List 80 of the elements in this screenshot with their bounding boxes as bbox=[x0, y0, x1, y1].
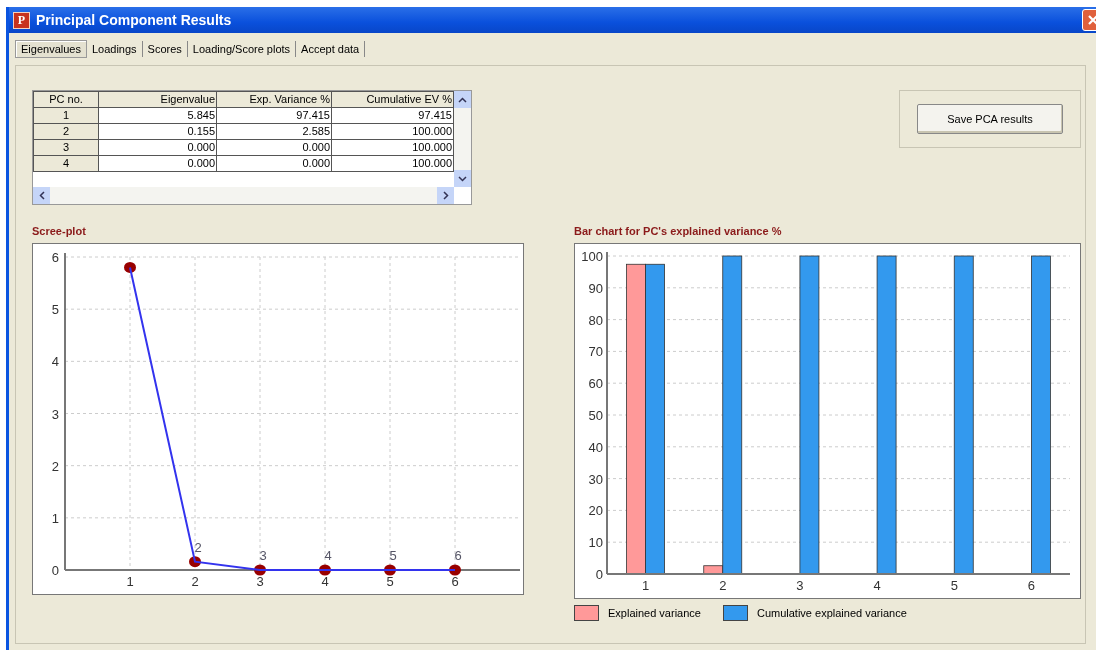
data-point bbox=[124, 261, 136, 273]
table-cell: 0.000 bbox=[216, 155, 332, 172]
tick-label: 3 bbox=[51, 406, 59, 422]
tick-label: 60 bbox=[588, 376, 603, 392]
point-label: 4 bbox=[324, 548, 332, 563]
table-cell: 0.000 bbox=[98, 155, 217, 172]
column-header: Cumulative EV % bbox=[331, 91, 454, 108]
data-point bbox=[254, 564, 266, 576]
legend-swatch bbox=[722, 605, 748, 621]
data-point bbox=[189, 556, 201, 568]
tick-label: 5 bbox=[950, 578, 958, 593]
column-header: Eigenvalue bbox=[98, 91, 217, 108]
point-label: 5 bbox=[389, 548, 397, 563]
tick-label: 5 bbox=[51, 302, 59, 318]
tab[interactable]: Eigenvalues bbox=[15, 40, 87, 58]
tick-label: 3 bbox=[796, 578, 804, 593]
tick-label: 1 bbox=[126, 574, 134, 589]
column-header: Exp. Variance % bbox=[216, 91, 332, 108]
tick-label: 70 bbox=[588, 344, 603, 360]
tick-label: 1 bbox=[51, 510, 59, 526]
tick-label: 6 bbox=[451, 574, 459, 589]
scroll-down-button[interactable] bbox=[454, 170, 471, 187]
point-label: 6 bbox=[454, 548, 462, 563]
tick-label: 0 bbox=[51, 563, 59, 578]
save-button[interactable]: Save PCA results bbox=[917, 104, 1063, 134]
tick-label: 40 bbox=[588, 439, 603, 455]
tick-label: 50 bbox=[588, 408, 603, 423]
tick-label: 30 bbox=[588, 471, 603, 487]
table-cell: 97.415 bbox=[216, 107, 332, 124]
chart-title: Bar chart for PC's explained variance % bbox=[574, 225, 783, 239]
app-icon: P bbox=[13, 11, 30, 29]
tab[interactable]: Scores bbox=[142, 41, 188, 57]
tab[interactable]: Loading/Score plots bbox=[187, 41, 297, 57]
tick-label: 6 bbox=[51, 250, 59, 265]
table-cell: 100.000 bbox=[331, 123, 454, 140]
tab[interactable]: Accept data bbox=[296, 41, 366, 57]
data-point bbox=[319, 564, 331, 576]
tick-label: 1 bbox=[641, 578, 650, 593]
scroll-left-button[interactable] bbox=[33, 187, 50, 204]
table-cell: 2.585 bbox=[216, 123, 332, 140]
table-cell: 0.000 bbox=[98, 139, 217, 156]
tab[interactable]: Loadings bbox=[86, 41, 143, 57]
close-icon bbox=[1087, 14, 1096, 26]
tick-label: 10 bbox=[588, 535, 603, 551]
legend-swatch bbox=[574, 605, 599, 621]
window-title: Principal Component Results bbox=[36, 12, 233, 28]
table-cell: 0.155 bbox=[98, 123, 217, 140]
legend-label: Explained variance bbox=[608, 607, 701, 619]
tick-label: 20 bbox=[588, 503, 603, 519]
tick-label: 3 bbox=[256, 574, 264, 589]
chevron-down-icon bbox=[458, 175, 467, 182]
tick-label: 4 bbox=[51, 354, 59, 370]
data-point bbox=[384, 564, 396, 576]
tick-label: 2 bbox=[719, 578, 727, 593]
tick-label: 2 bbox=[51, 458, 59, 474]
chevron-right-icon bbox=[442, 191, 449, 200]
tick-label: 0 bbox=[595, 567, 603, 582]
table-cell: 97.415 bbox=[331, 107, 454, 124]
chevron-left-icon bbox=[38, 191, 45, 200]
tick-label: 80 bbox=[588, 312, 603, 328]
table-cell: 0.000 bbox=[216, 139, 332, 156]
column-header: PC no. bbox=[33, 91, 99, 108]
chart-title: Scree-plot bbox=[32, 225, 87, 239]
chevron-up-icon bbox=[458, 96, 467, 103]
scroll-up-button[interactable] bbox=[454, 91, 471, 108]
tick-label: 4 bbox=[321, 574, 329, 589]
tick-label: 2 bbox=[191, 574, 199, 589]
point-label: 3 bbox=[259, 548, 267, 563]
scroll-right-button[interactable] bbox=[437, 187, 454, 204]
tick-label: 100 bbox=[581, 249, 603, 264]
data-point bbox=[449, 564, 461, 576]
tick-label: 6 bbox=[1027, 578, 1036, 593]
table-cell: 100.000 bbox=[331, 139, 454, 156]
table-cell: 100.000 bbox=[331, 155, 454, 172]
legend-label: Cumulative explained variance bbox=[756, 607, 907, 619]
tick-label: 90 bbox=[588, 280, 603, 296]
tick-label: 5 bbox=[386, 574, 394, 589]
tick-label: 4 bbox=[873, 578, 881, 593]
point-label: 2 bbox=[194, 539, 202, 555]
table-cell: 5.845 bbox=[98, 107, 217, 124]
